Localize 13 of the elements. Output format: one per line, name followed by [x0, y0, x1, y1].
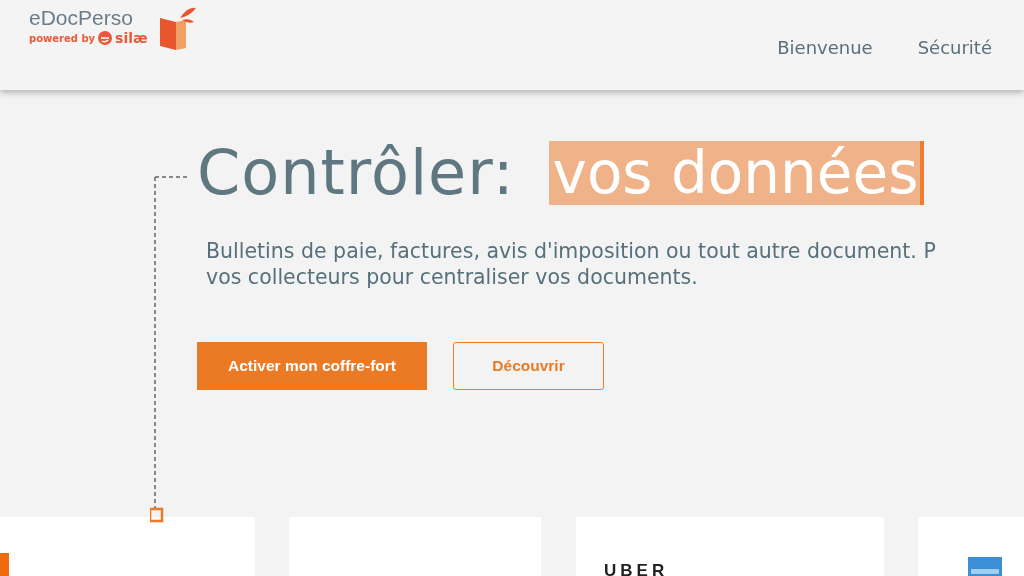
nav-link[interactable]: Bienvenue: [777, 37, 873, 58]
powered-by-text: powered by: [29, 32, 96, 44]
logo-text: UBER: [604, 561, 669, 576]
activate-button[interactable]: Activer mon coffre-fort: [197, 342, 427, 390]
brand-icon: [98, 31, 113, 45]
discover-button[interactable]: Découvrir: [453, 342, 604, 390]
highlighted-title: vos données: [548, 141, 925, 205]
logo-text: eDocPerso: [29, 6, 134, 30]
hero-title: Contrôler:: [197, 138, 515, 208]
brand-text: silæ: [115, 30, 148, 46]
hero-description: Bulletins de paie, factures, avis d'imposition ou tout autre document. P vos collecteurs pour centraliser vos documents.: [206, 238, 937, 290]
nav-link[interactable]: Sécurité: [917, 37, 992, 58]
folder-leaf-icon: [157, 6, 198, 50]
